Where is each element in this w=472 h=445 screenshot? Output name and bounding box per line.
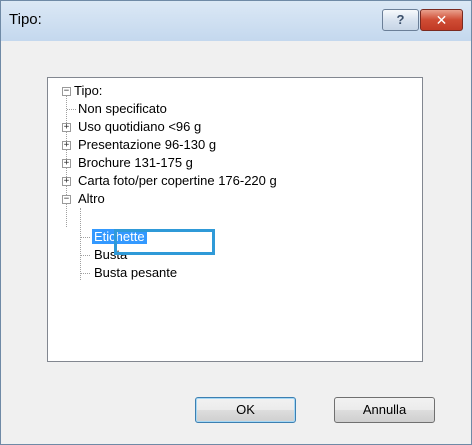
ok-button[interactable]: OK <box>195 397 296 423</box>
collapse-icon[interactable]: − <box>62 87 71 96</box>
tree-item-non-specificato[interactable]: Non specificato <box>78 100 167 118</box>
tree-connector <box>81 237 90 238</box>
type-tree-view[interactable]: − Tipo: Non specificato + Uso quotidiano… <box>47 77 423 362</box>
tree-item-label: Carta foto/per copertine 176-220 g <box>78 173 277 188</box>
title-bar[interactable]: Tipo: ? ✕ <box>1 1 471 41</box>
tree-root-item[interactable]: Tipo: <box>74 82 102 100</box>
expand-icon[interactable]: + <box>62 123 71 132</box>
help-button[interactable]: ? <box>382 9 419 31</box>
tree-item-label: Non specificato <box>78 101 167 116</box>
tree-root-label: Tipo: <box>74 83 103 98</box>
tree-connector <box>67 109 76 110</box>
tree-item-presentazione[interactable]: Presentazione 96-130 g <box>78 136 216 154</box>
expand-icon[interactable]: + <box>62 141 71 150</box>
tree-connector <box>80 208 81 280</box>
expand-icon[interactable]: + <box>62 159 71 168</box>
expand-icon[interactable]: + <box>62 177 71 186</box>
tree-item-carta-foto[interactable]: Carta foto/per copertine 176-220 g <box>78 172 277 190</box>
tree-connector <box>81 255 90 256</box>
tree-item-label: Busta pesante <box>94 265 178 280</box>
tree-item-altro[interactable]: Altro <box>78 190 105 208</box>
close-icon: ✕ <box>435 12 448 28</box>
tree-item-label: Brochure 131-175 g <box>78 155 193 170</box>
help-icon: ? <box>396 12 405 27</box>
close-button[interactable]: ✕ <box>420 9 463 31</box>
window-title: Tipo: <box>9 11 42 28</box>
tree-item-uso-quotidiano[interactable]: Uso quotidiano <96 g <box>78 118 201 136</box>
collapse-icon[interactable]: − <box>62 195 71 204</box>
tree-item-label: Presentazione 96-130 g <box>78 137 217 152</box>
callout-highlight <box>114 229 215 255</box>
tree-item-brochure[interactable]: Brochure 131-175 g <box>78 154 193 172</box>
tree-item-label: Altro <box>78 191 105 206</box>
tree-item-busta-pesante[interactable]: Busta pesante <box>94 264 177 282</box>
tree-connector <box>81 273 90 274</box>
tree-item-label: Uso quotidiano <96 g <box>78 119 202 134</box>
cancel-button[interactable]: Annulla <box>334 397 435 423</box>
